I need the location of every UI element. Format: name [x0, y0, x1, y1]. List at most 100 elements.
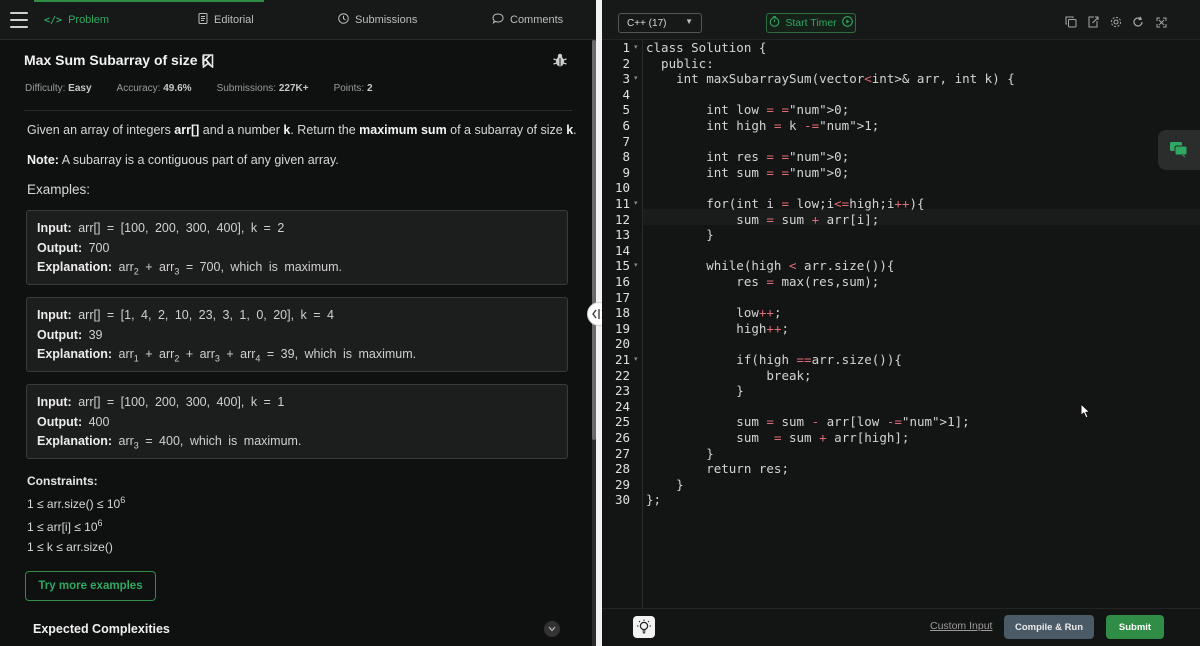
line-number: 20 [614, 336, 630, 352]
fullscreen-icon[interactable] [1154, 15, 1168, 29]
example-input-row: Input: arr[] = [100, 200, 300, 400], k =… [37, 219, 557, 239]
bug-report-icon[interactable] [552, 52, 568, 68]
expected-complexities-heading[interactable]: Expected Complexities [33, 622, 170, 636]
example-output-label: Output: [37, 240, 83, 255]
example-explanation-label: Explanation: [37, 434, 113, 448]
example-box: Input: arr[] = [100, 200, 300, 400], k =… [26, 384, 568, 459]
editor-panel: C++ (17) ▼ Start Timer 1 ▾ 2 3 ▾ 4 5 6 7 8 9 10 [602, 0, 1200, 646]
example-output-row: Output: 39 [37, 326, 557, 346]
code-line: } [646, 227, 714, 243]
constraint-item: 1 ≤ k ≤ arr.size() [27, 540, 113, 554]
timer-icon [769, 16, 780, 30]
fold-arrow-icon: ▾ [634, 75, 638, 83]
code-line: }; [646, 492, 662, 508]
chevron-down-icon: ▼ [685, 17, 693, 26]
submissions-count: Submissions: 227K+ [216, 83, 309, 94]
code-line: int sum = ="num">0; [646, 164, 850, 180]
code-line: low++; [646, 305, 782, 321]
code-line: high++; [646, 320, 790, 336]
line-number: 5 [622, 102, 630, 118]
fold-arrow-icon: ▾ [634, 356, 638, 363]
example-input-label: Input: [37, 221, 72, 235]
start-timer-button[interactable]: Start Timer [766, 13, 856, 33]
code-line: sum = sum + arr[i]; [646, 211, 880, 227]
problem-tabs-bar: </> Problem Editorial Submissions Commen… [0, 0, 596, 40]
code-line: sum = sum + arr[high]; [646, 430, 910, 445]
line-number: 26 [614, 430, 630, 445]
tab-label: Comments [510, 14, 564, 26]
line-number: 17 [614, 289, 630, 305]
line-number: 11 [614, 196, 630, 211]
editor-toolbar: C++ (17) ▼ Start Timer [602, 0, 1200, 40]
explanation-text: + arr [219, 347, 256, 361]
tab-submissions[interactable]: Submissions [338, 0, 417, 40]
export-icon[interactable] [1086, 15, 1100, 29]
line-number: 18 [614, 305, 630, 321]
line-number: 13 [614, 227, 630, 243]
explanation-text: + arr [138, 260, 175, 274]
explanation-text: arr [118, 434, 134, 448]
line-number: 16 [614, 274, 630, 289]
example-explanation-row: Explanation: arr3 = 400, which is maximu… [37, 432, 557, 452]
example-output-value: 700 [88, 240, 110, 255]
example-output-row: Output: 700 [37, 239, 557, 259]
line-number: 24 [614, 398, 630, 414]
code-line: int maxSubarraySum(vector<int>& arr, int… [646, 71, 1015, 87]
menu-icon[interactable] [10, 12, 28, 28]
line-number: 1 [622, 40, 630, 55]
code-line: } [646, 476, 684, 492]
example-input-value: arr[] = [1, 4, 2, 10, 23, 3, 1, 0, 20], … [78, 308, 334, 322]
code-editor[interactable]: class Solution { public: int maxSubarray… [642, 40, 1200, 608]
try-more-examples-button[interactable]: Try more examples [25, 571, 156, 601]
line-number: 28 [614, 461, 630, 477]
tab-label: Editorial [214, 14, 254, 26]
fold-arrow-icon: ▾ [634, 262, 638, 270]
constraint-item: 1 ≤ arr[i] ≤ 106 [27, 518, 103, 534]
line-number: 29 [614, 476, 630, 492]
chat-icon[interactable] [1158, 130, 1200, 170]
code-icon: </> [44, 14, 63, 26]
code-line: return res; [646, 461, 789, 477]
language-select[interactable]: C++ (17) ▼ [618, 13, 702, 33]
lightbulb-icon[interactable] [633, 616, 655, 638]
mouse-pointer-icon [1080, 403, 1091, 419]
explanation-text: arr [118, 260, 134, 274]
line-number: 14 [614, 242, 630, 258]
explanation-text: = 39, which is maximum. [260, 347, 417, 361]
bookmark-icon[interactable] [202, 54, 214, 68]
line-number: 9 [622, 164, 630, 180]
tab-comments[interactable]: Comments [492, 0, 563, 40]
line-number: 21 [614, 352, 630, 367]
line-number: 4 [622, 86, 630, 102]
difficulty: Difficulty: Easy [25, 83, 92, 94]
settings-icon[interactable] [1109, 15, 1123, 29]
example-explanation-label: Explanation: [37, 347, 113, 361]
tab-editorial[interactable]: Editorial [198, 0, 254, 40]
example-explanation-label: Explanation: [37, 260, 113, 274]
compile-run-button[interactable]: Compile & Run [1004, 615, 1094, 639]
example-explanation-row: Explanation: arr1 + arr2 + arr3 + arr4 =… [37, 345, 557, 365]
code-line: if(high ==arr.size()){ [646, 352, 902, 367]
chevron-down-icon[interactable] [544, 621, 560, 637]
line-number-gutter: 1 ▾ 2 3 ▾ 4 5 6 7 8 9 10 11 ▾ 12 13 14 15 ▾ 16 17 18 19 20 21 ▾ 22… [602, 40, 642, 608]
tab-problem[interactable]: </> Problem [34, 0, 154, 40]
problem-description: Given an array of integers arr[] and a n… [27, 123, 577, 137]
example-output-row: Output: 400 [37, 413, 557, 433]
line-number: 12 [614, 211, 630, 227]
submit-button[interactable]: Submit [1106, 615, 1164, 639]
code-line: int res = ="num">0; [646, 149, 850, 165]
problem-note: Note: A subarray is a contiguous part of… [27, 153, 339, 167]
line-number: 3 [622, 71, 630, 87]
reset-icon[interactable] [1131, 15, 1145, 29]
line-number: 23 [614, 383, 630, 399]
problem-panel: </> Problem Editorial Submissions Commen… [0, 0, 596, 646]
fold-arrow-icon: ▾ [634, 44, 638, 51]
custom-input-link[interactable]: Custom Input [930, 620, 992, 632]
timer-label: Start Timer [785, 17, 837, 29]
copy-icon[interactable] [1064, 15, 1078, 29]
tab-label: Submissions [355, 14, 418, 26]
problem-title: Max Sum Subarray of size K [24, 52, 212, 68]
line-number: 19 [614, 320, 630, 336]
problem-meta: Difficulty: Easy Accuracy: 49.6% Submiss… [25, 83, 373, 94]
code-line: sum = sum - arr[low -="num">1]; [646, 414, 970, 430]
